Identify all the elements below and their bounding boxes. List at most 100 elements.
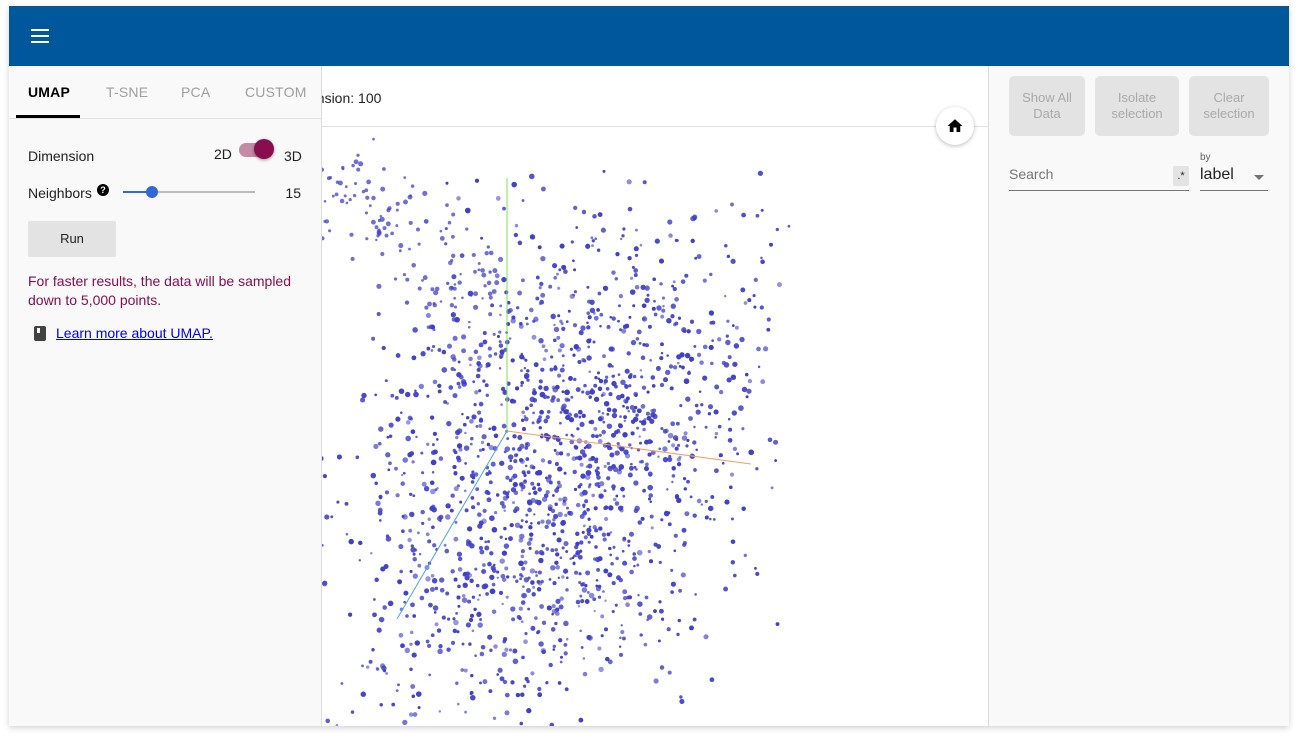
data-point	[503, 543, 510, 549]
data-point	[504, 647, 509, 652]
help-icon[interactable]: ?	[97, 184, 109, 196]
data-point	[514, 223, 519, 228]
data-point	[557, 286, 561, 290]
data-point	[539, 391, 546, 398]
data-point	[384, 379, 388, 383]
hamburger-menu-icon[interactable]	[29, 26, 51, 46]
data-point	[481, 447, 485, 452]
data-point	[372, 612, 377, 618]
data-point	[508, 337, 512, 340]
data-point	[624, 384, 629, 389]
search-input[interactable]	[1009, 166, 1169, 182]
data-point	[344, 501, 349, 506]
data-point	[489, 515, 495, 521]
tab-umap[interactable]: UMAP	[28, 84, 70, 100]
data-point	[663, 377, 668, 383]
home-button[interactable]	[936, 107, 974, 145]
data-point	[328, 176, 333, 180]
data-point	[561, 575, 565, 579]
data-point	[559, 410, 563, 414]
data-point	[453, 368, 456, 372]
data-point	[595, 434, 599, 438]
data-point	[604, 505, 609, 510]
data-point	[547, 474, 552, 479]
data-point	[612, 408, 617, 413]
data-point	[378, 519, 382, 522]
data-point	[521, 566, 526, 571]
data-point	[612, 497, 617, 502]
data-point	[450, 258, 454, 263]
data-point	[688, 416, 693, 421]
tab-tsne[interactable]: T-SNE	[106, 84, 148, 100]
data-point	[526, 541, 532, 546]
isolate-selection-button[interactable]: Isolate selection	[1095, 76, 1179, 136]
data-point	[596, 466, 600, 470]
data-point	[745, 395, 749, 399]
data-point	[619, 636, 622, 640]
data-point	[452, 617, 456, 621]
data-point	[754, 567, 757, 570]
data-point	[353, 181, 358, 186]
data-point	[525, 457, 530, 462]
tab-pca[interactable]: PCA	[181, 84, 210, 100]
data-point	[551, 522, 556, 527]
data-point	[411, 652, 417, 658]
data-point	[623, 419, 626, 422]
data-point	[740, 287, 746, 293]
data-point	[561, 390, 565, 394]
data-point	[552, 263, 558, 269]
data-point	[636, 408, 642, 414]
data-point	[488, 270, 492, 274]
learn-more-link[interactable]: Learn more about UMAP.	[56, 325, 213, 341]
data-point	[491, 582, 496, 587]
data-point	[453, 283, 457, 286]
data-point	[497, 667, 503, 673]
regex-toggle-button[interactable]: .*	[1173, 166, 1189, 186]
data-point	[686, 479, 690, 484]
data-point	[674, 446, 679, 451]
search-by-label: by	[1200, 152, 1211, 163]
neighbors-slider-knob[interactable]	[146, 186, 159, 198]
data-point	[593, 506, 598, 511]
data-point	[461, 597, 468, 603]
tab-custom[interactable]: CUSTOM	[245, 84, 307, 100]
data-point	[670, 386, 674, 390]
neighbors-slider[interactable]	[123, 186, 255, 198]
data-point	[481, 568, 487, 575]
data-point	[565, 637, 569, 641]
data-point	[598, 526, 603, 531]
data-point	[541, 344, 546, 349]
data-point	[526, 588, 531, 593]
data-point	[604, 375, 609, 379]
dimension-toggle-knob[interactable]	[254, 139, 274, 159]
data-point	[755, 467, 759, 471]
data-point	[504, 290, 509, 295]
scatter-canvas[interactable]	[321, 127, 988, 726]
data-point	[491, 568, 497, 573]
data-point	[444, 227, 448, 231]
data-point	[727, 355, 732, 360]
show-all-data-button[interactable]: Show All Data	[1009, 76, 1085, 136]
data-point	[548, 578, 552, 581]
clear-selection-button[interactable]: Clear selection	[1189, 76, 1269, 136]
data-point	[525, 520, 528, 524]
run-button[interactable]: Run	[28, 221, 116, 257]
data-point	[586, 531, 591, 536]
data-point	[662, 456, 669, 463]
data-point	[545, 438, 550, 442]
data-point	[463, 445, 470, 451]
data-point	[432, 605, 439, 611]
data-point	[506, 495, 510, 499]
data-point	[408, 712, 414, 717]
data-point	[485, 592, 489, 596]
data-point	[331, 194, 335, 198]
data-point	[330, 515, 334, 519]
data-point	[544, 524, 549, 530]
search-by-select[interactable]: label	[1200, 166, 1268, 191]
data-point	[589, 307, 596, 314]
data-point	[493, 433, 499, 439]
data-point	[552, 644, 556, 649]
data-point	[587, 540, 591, 544]
data-point	[686, 438, 690, 443]
data-point	[618, 468, 622, 471]
